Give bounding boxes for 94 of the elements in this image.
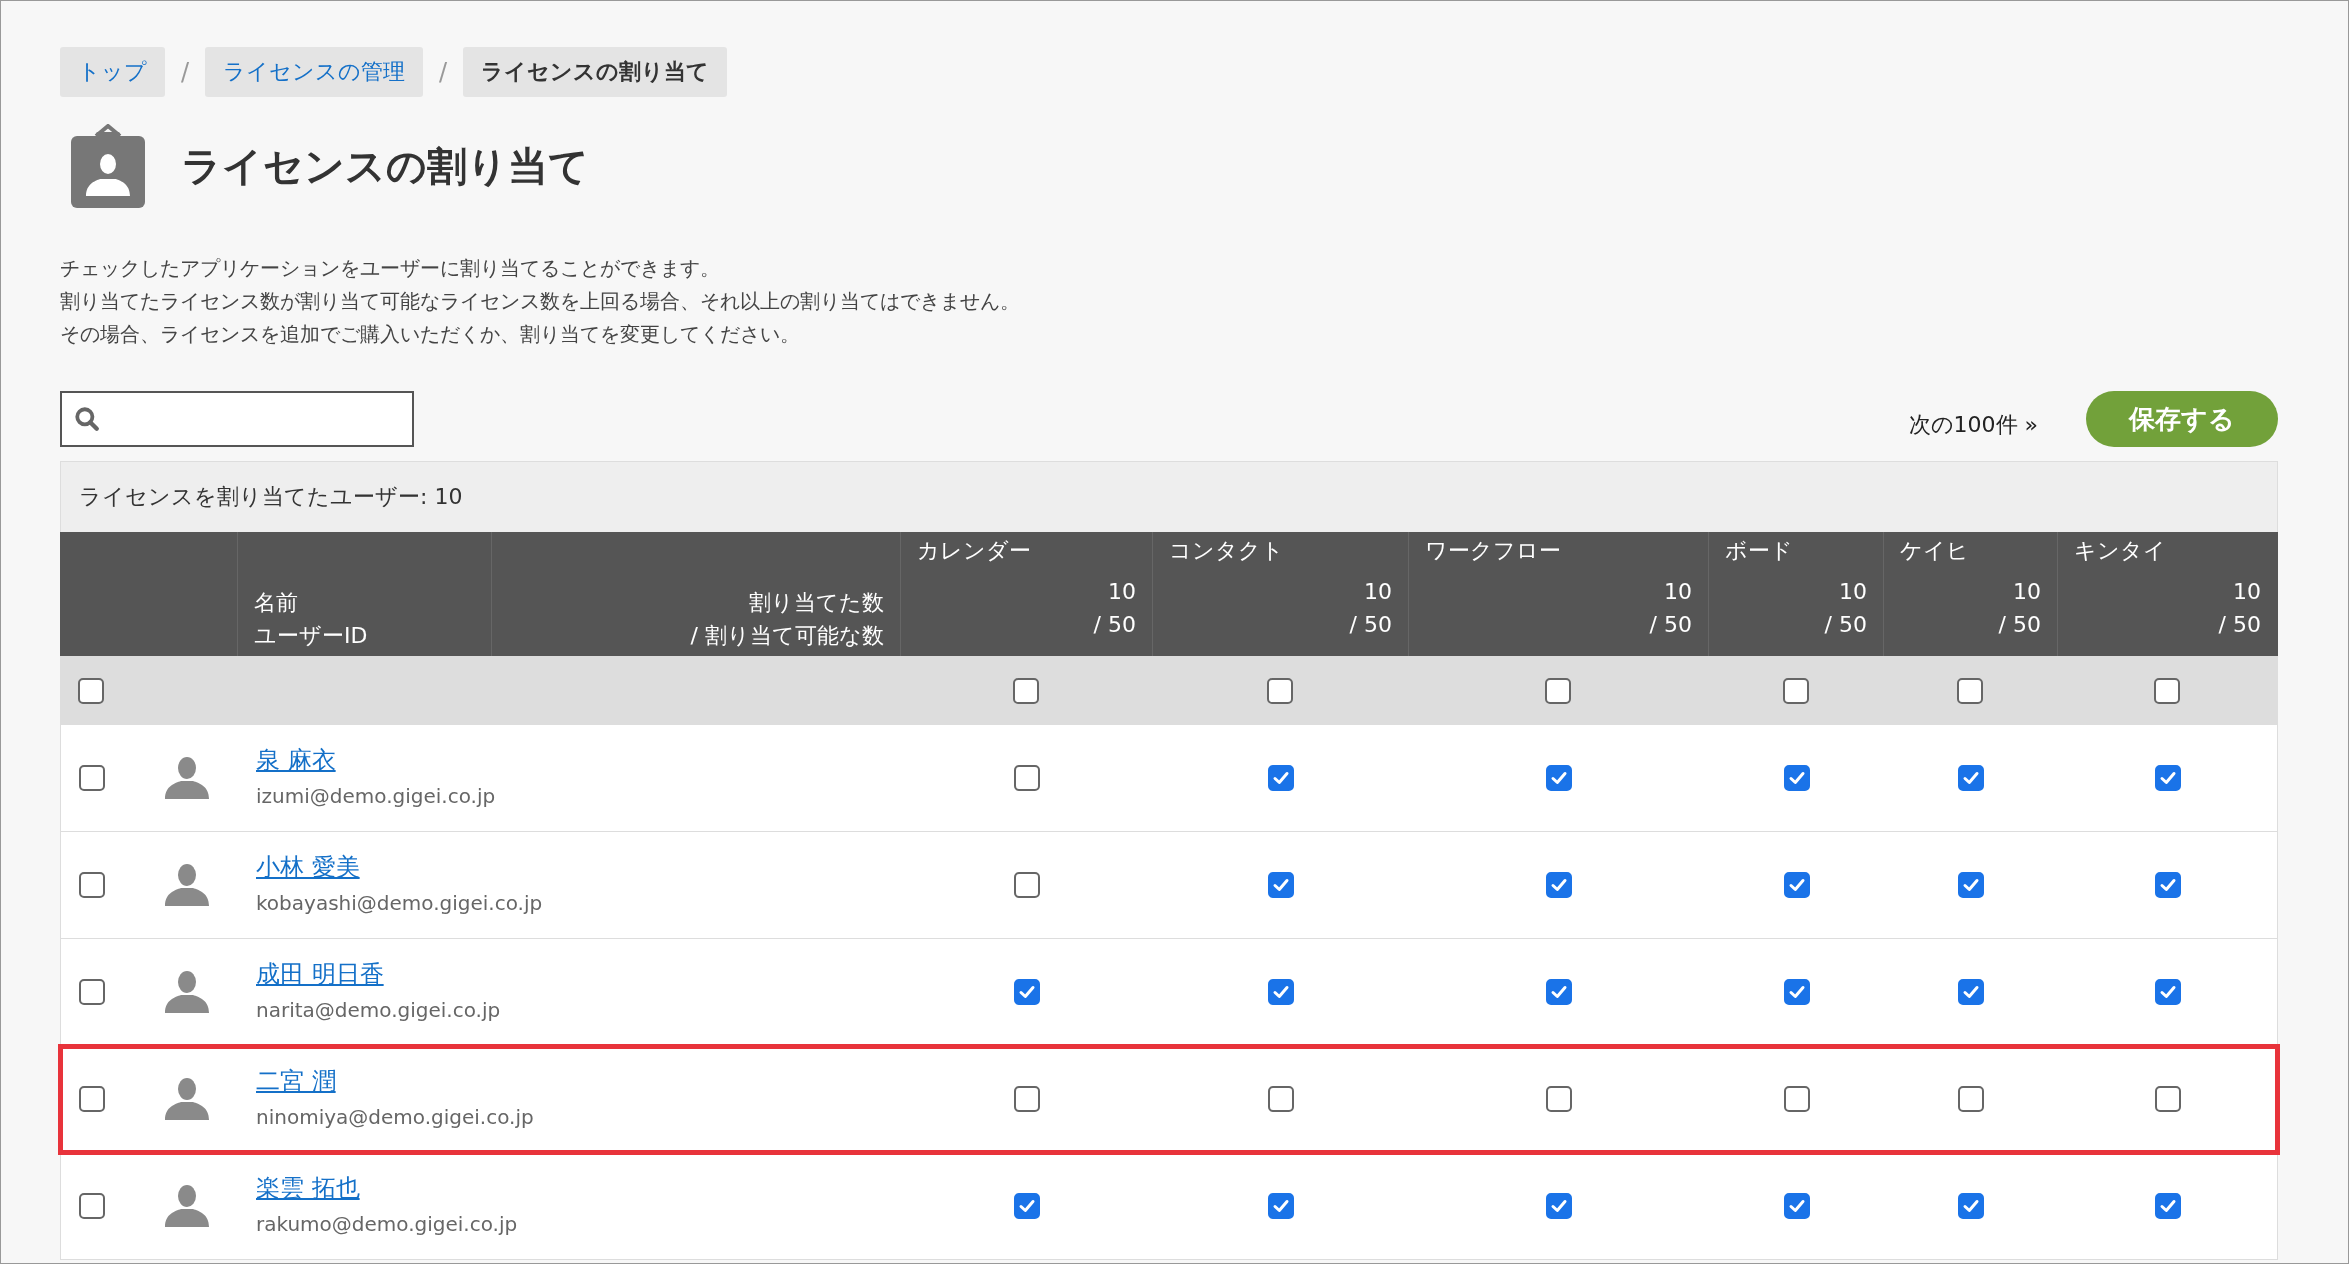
license-count: 10 xyxy=(1364,578,1392,606)
license-limit: / 50 xyxy=(1349,611,1392,639)
checked-checkbox[interactable] xyxy=(2155,765,2181,791)
description-text: チェックしたアプリケーションをユーザーに割り当てることができます。 xyxy=(60,255,721,282)
user-email: kobayashi@demo.gigei.co.jp xyxy=(256,890,543,917)
user-name-link[interactable]: 泉 麻衣 xyxy=(256,744,336,776)
checkbox[interactable] xyxy=(1013,677,1039,704)
checkbox[interactable] xyxy=(1014,872,1040,898)
checkbox[interactable] xyxy=(1014,765,1040,791)
license-limit: / 50 xyxy=(1824,611,1867,639)
user-avatar-icon xyxy=(163,968,211,1016)
license-badge-icon xyxy=(71,124,145,208)
checked-checkbox[interactable] xyxy=(1268,979,1294,1005)
user-name-link[interactable]: 楽雲 拓也 xyxy=(256,1172,360,1204)
column-header: カレンダー xyxy=(917,537,1031,565)
checkbox[interactable] xyxy=(78,677,104,704)
checked-checkbox[interactable] xyxy=(1783,979,1810,1005)
breadcrumb-link[interactable]: トップ xyxy=(60,47,165,97)
checked-checkbox[interactable] xyxy=(1958,1193,1984,1219)
checkbox[interactable] xyxy=(2154,677,2180,704)
column-header: キンタイ xyxy=(2074,537,2166,565)
checkbox[interactable] xyxy=(1014,1086,1040,1112)
column-header: ボード xyxy=(1725,537,1793,565)
checkbox[interactable] xyxy=(79,979,105,1005)
license-limit: / 50 xyxy=(1093,611,1136,639)
breadcrumb-separator: / xyxy=(181,58,190,86)
license-limit: / 50 xyxy=(2218,611,2261,639)
checked-checkbox[interactable] xyxy=(1268,872,1294,898)
checked-checkbox[interactable] xyxy=(1546,872,1572,898)
checked-checkbox[interactable] xyxy=(1958,872,1984,898)
user-avatar-icon xyxy=(163,1075,211,1123)
checkbox[interactable] xyxy=(2155,1086,2181,1112)
user-avatar-icon xyxy=(163,1182,211,1230)
column-header: ケイヒ xyxy=(1900,537,1969,565)
column-header: ユーザーID xyxy=(254,622,369,650)
checked-checkbox[interactable] xyxy=(1268,1193,1294,1219)
checkbox[interactable] xyxy=(1545,677,1571,704)
page-title: ライセンスの割り当て xyxy=(181,141,589,191)
license-count: 10 xyxy=(2013,578,2041,606)
user-email: izumi@demo.gigei.co.jp xyxy=(256,783,496,810)
user-email: ninomiya@demo.gigei.co.jp xyxy=(256,1104,534,1131)
checked-checkbox[interactable] xyxy=(1268,765,1294,791)
checkbox[interactable] xyxy=(1267,677,1293,704)
checked-checkbox[interactable] xyxy=(1546,979,1572,1005)
checkbox[interactable] xyxy=(1783,1086,1810,1112)
license-limit: / 50 xyxy=(1649,611,1692,639)
checkbox[interactable] xyxy=(79,765,105,791)
checkbox[interactable] xyxy=(79,872,105,898)
search-field[interactable] xyxy=(60,391,414,447)
column-header: 割り当てた数 xyxy=(749,589,884,617)
description-text: 割り当てたライセンス数が割り当て可能なライセンス数を上回る場合、それ以上の割り当てはできません。 xyxy=(60,288,1021,315)
user-name-link[interactable]: 成田 明日香 xyxy=(256,958,384,990)
checked-checkbox[interactable] xyxy=(1014,979,1040,1005)
description-text: その場合、ライセンスを追加でご購入いただくか、割り当てを変更してください。 xyxy=(60,321,801,348)
license-count: 10 xyxy=(1839,578,1867,606)
assigned-count: ライセンスを割り当てたユーザー: 10 xyxy=(79,483,463,511)
save-button[interactable]: 保存する xyxy=(2086,391,2278,447)
checked-checkbox[interactable] xyxy=(1783,1193,1810,1219)
checkbox[interactable] xyxy=(79,1086,105,1112)
checked-checkbox[interactable] xyxy=(1546,1193,1572,1219)
column-header: コンタクト xyxy=(1169,537,1284,565)
checkbox[interactable] xyxy=(1958,1086,1984,1112)
breadcrumb-link[interactable]: ライセンスの管理 xyxy=(205,47,424,97)
user-name-link[interactable]: 二宮 潤 xyxy=(256,1065,336,1097)
checked-checkbox[interactable] xyxy=(1958,979,1984,1005)
checked-checkbox[interactable] xyxy=(2155,979,2181,1005)
next-page-link[interactable]: 次の100件 » xyxy=(1908,410,2038,440)
user-email: narita@demo.gigei.co.jp xyxy=(256,997,501,1024)
license-count: 10 xyxy=(1664,578,1692,606)
checkbox[interactable] xyxy=(1957,677,1983,704)
checked-checkbox[interactable] xyxy=(1014,1193,1040,1219)
user-email: rakumo@demo.gigei.co.jp xyxy=(256,1211,518,1238)
checkbox[interactable] xyxy=(1782,677,1809,704)
user-avatar-icon xyxy=(163,861,211,909)
breadcrumb-separator: / xyxy=(439,58,448,86)
column-header: 名前 xyxy=(254,589,299,617)
checkbox[interactable] xyxy=(1268,1086,1294,1112)
checked-checkbox[interactable] xyxy=(1958,765,1984,791)
license-limit: / 50 xyxy=(1998,611,2041,639)
checkbox[interactable] xyxy=(1546,1086,1572,1112)
column-header: ワークフロー xyxy=(1425,537,1561,565)
checked-checkbox[interactable] xyxy=(2155,1193,2181,1219)
checked-checkbox[interactable] xyxy=(1783,765,1810,791)
checkbox[interactable] xyxy=(79,1193,105,1219)
license-count: 10 xyxy=(1108,578,1136,606)
search-icon xyxy=(74,406,100,432)
breadcrumb-current: ライセンスの割り当て xyxy=(463,47,728,97)
checked-checkbox[interactable] xyxy=(2155,872,2181,898)
license-count: 10 xyxy=(2233,578,2261,606)
checked-checkbox[interactable] xyxy=(1546,765,1572,791)
user-name-link[interactable]: 小林 愛美 xyxy=(256,851,360,883)
user-avatar-icon xyxy=(163,754,211,802)
column-header: / 割り当て可能な数 xyxy=(690,622,884,650)
checked-checkbox[interactable] xyxy=(1783,872,1810,898)
